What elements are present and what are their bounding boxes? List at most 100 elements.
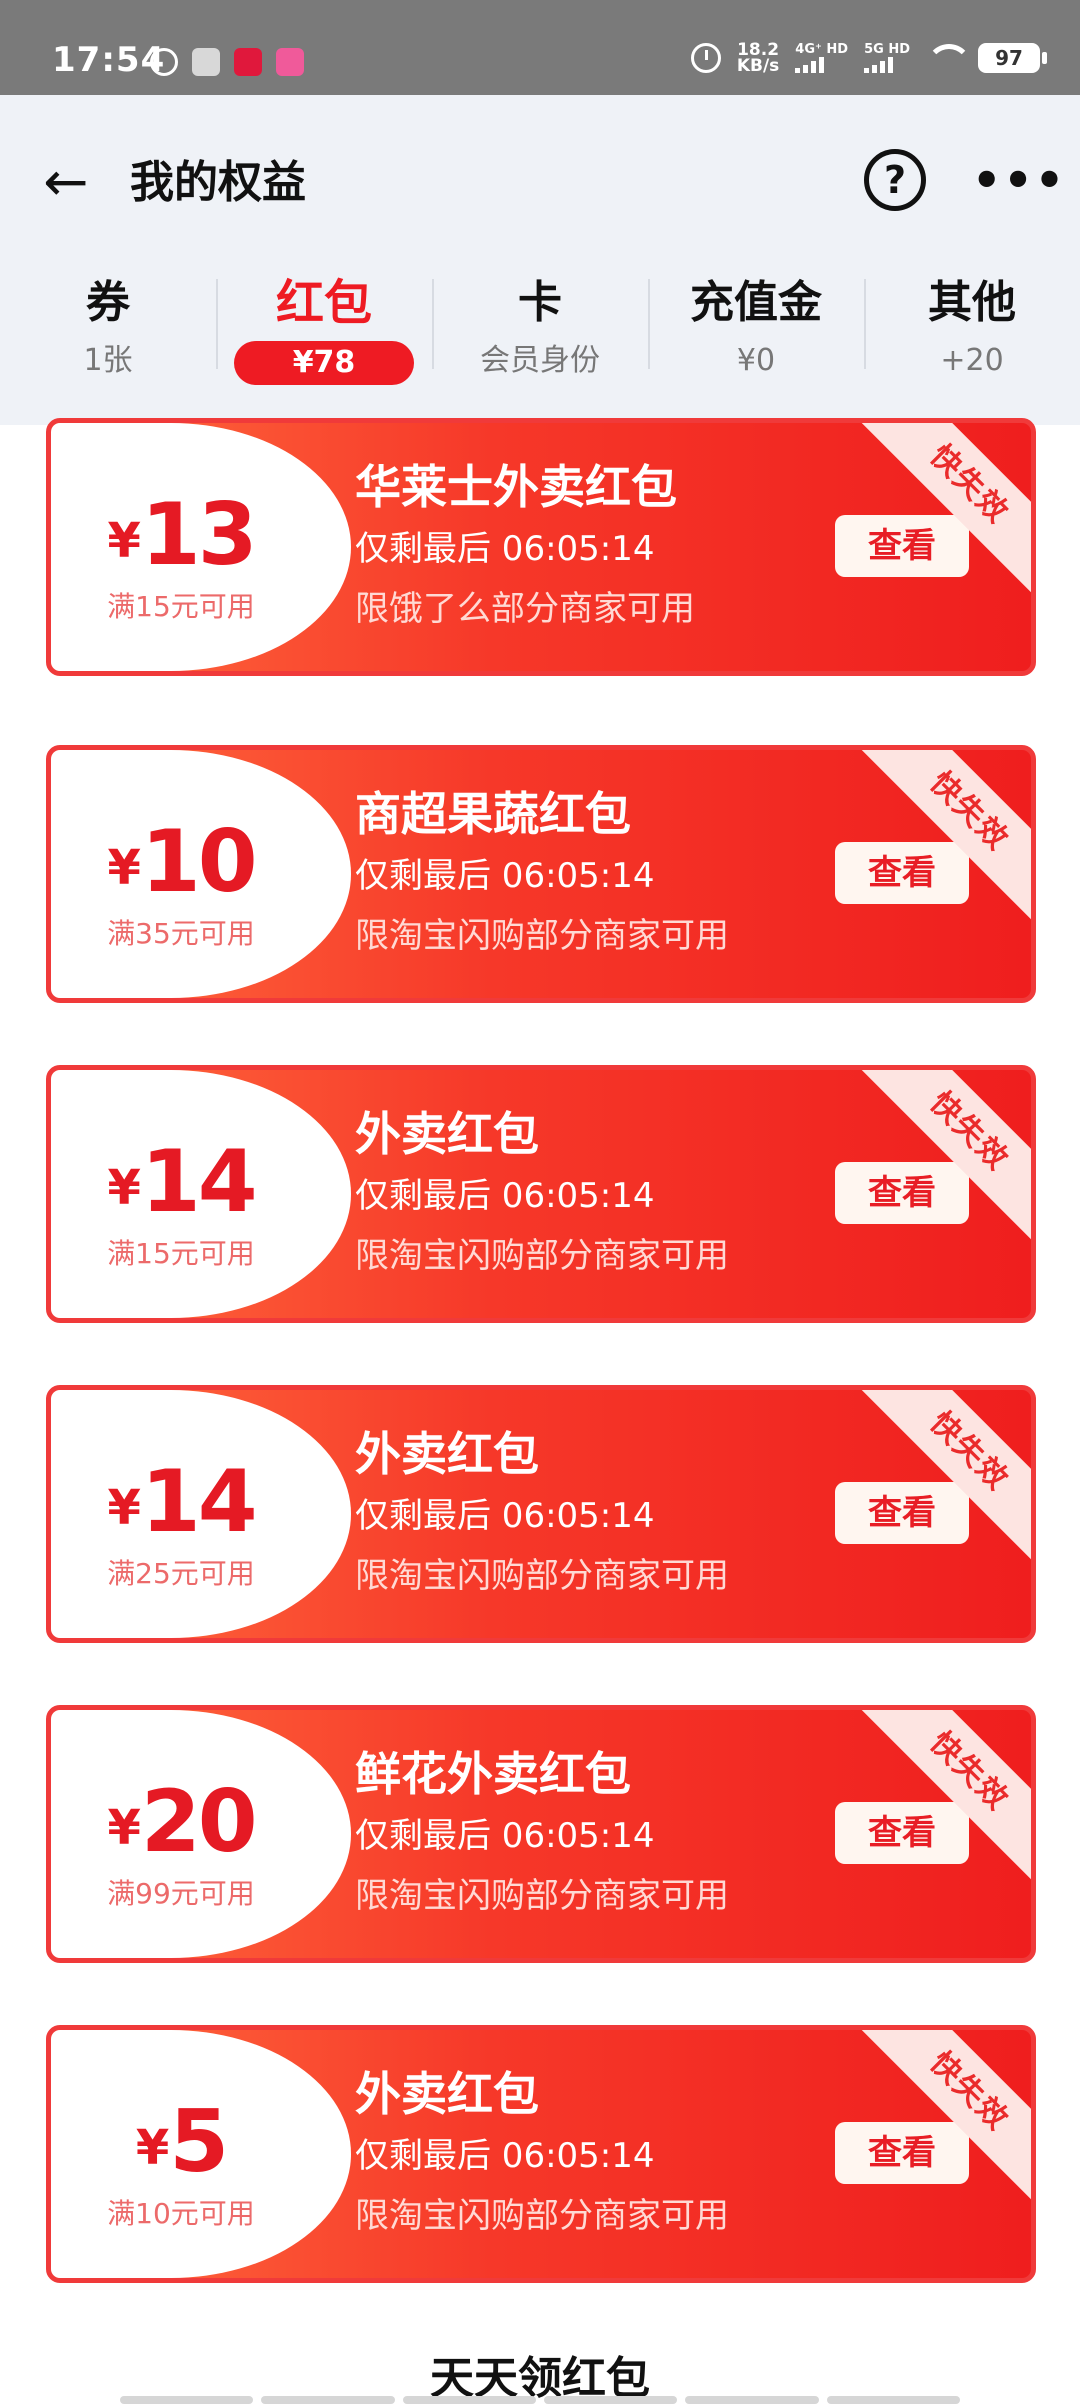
coupon-description: 限淘宝闪购部分商家可用 — [355, 2196, 729, 2236]
more-button[interactable]: ••• — [972, 145, 1064, 215]
benefit-tabs: 券 1张 红包 ¥78 卡 会员身份 充值金 ¥0 其他 +20 — [0, 267, 1080, 417]
sim2-label: 5G HD — [864, 42, 910, 57]
notification-app-icon — [234, 48, 262, 76]
sim1-label: 4G⁺ HD — [795, 42, 849, 57]
page-title: 我的权益 — [130, 157, 306, 208]
coupon-title: 商超果蔬红包 — [355, 787, 631, 841]
arrow-left-icon: ← — [43, 150, 89, 213]
red-packet-card[interactable]: ¥14 满25元可用 外卖红包 仅剩最后 06:05:14 限淘宝闪购部分商家可… — [46, 1385, 1036, 1643]
bottom-indicator — [120, 2396, 960, 2404]
coupon-description: 限淘宝闪购部分商家可用 — [355, 1236, 729, 1276]
amount-value: 5 — [169, 2092, 229, 2192]
coupon-amount: ¥20 — [51, 1772, 311, 1872]
coupon-condition: 满25元可用 — [107, 1557, 255, 1590]
tab-others[interactable]: 其他 +20 — [864, 267, 1080, 417]
network-speed-unit: KB/s — [736, 56, 780, 76]
red-packet-card[interactable]: ¥5 满10元可用 外卖红包 仅剩最后 06:05:14 限淘宝闪购部分商家可用… — [46, 2025, 1036, 2283]
status-indicators: 18.2 KB/s 4G⁺ HD 5G HD 97 — [690, 42, 1047, 76]
sim1-signal: 4G⁺ HD — [795, 43, 848, 73]
notification-app-icon — [192, 48, 220, 76]
tab-sub: +20 — [940, 343, 1004, 378]
coupon-amount: ¥14 — [51, 1132, 311, 1232]
signal-bars-icon — [795, 57, 848, 73]
view-button[interactable]: 查看 — [835, 1482, 969, 1544]
card-amount-panel: ¥10 满35元可用 — [51, 750, 351, 998]
page-header: ← 我的权益 ? ••• 券 1张 红包 ¥78 卡 会员身份 充值金 ¥0 其… — [0, 95, 1080, 425]
card-amount-panel: ¥20 满99元可用 — [51, 1710, 351, 1958]
card-amount-panel: ¥13 满15元可用 — [51, 423, 351, 671]
coupon-description: 限淘宝闪购部分商家可用 — [355, 1556, 729, 1596]
tab-label: 券 — [86, 277, 130, 328]
view-button[interactable]: 查看 — [835, 1802, 969, 1864]
alarm-icon — [690, 43, 721, 73]
status-time: 17:54 — [52, 40, 166, 80]
red-packet-card[interactable]: ¥14 满15元可用 外卖红包 仅剩最后 06:05:14 限淘宝闪购部分商家可… — [46, 1065, 1036, 1323]
coupon-description: 限淘宝闪购部分商家可用 — [355, 1876, 729, 1916]
coupon-condition: 满10元可用 — [107, 2197, 255, 2230]
notification-app-icon — [276, 48, 304, 76]
help-button[interactable]: ? — [864, 149, 926, 211]
back-button[interactable]: ← — [36, 147, 96, 217]
coupon-countdown: 仅剩最后 06:05:14 — [355, 529, 655, 569]
tab-sub: 会员身份 — [480, 343, 600, 378]
view-button[interactable]: 查看 — [835, 2122, 969, 2184]
view-button[interactable]: 查看 — [835, 842, 969, 904]
network-speed: 18.2 KB/s — [736, 42, 780, 76]
coupon-condition: 满35元可用 — [107, 917, 255, 950]
view-button[interactable]: 查看 — [835, 1162, 969, 1224]
view-button[interactable]: 查看 — [835, 515, 969, 577]
expiring-ribbon: 快失效 — [847, 1070, 1031, 1254]
card-amount-panel: ¥5 满10元可用 — [51, 2030, 351, 2278]
tab-cards[interactable]: 卡 会员身份 — [432, 267, 648, 417]
currency-symbol: ¥ — [107, 1480, 141, 1536]
coupon-title: 外卖红包 — [355, 2067, 539, 2121]
tab-red-packets[interactable]: 红包 ¥78 — [216, 267, 432, 417]
amount-value: 13 — [140, 485, 258, 585]
card-amount-panel: ¥14 满15元可用 — [51, 1070, 351, 1318]
expiring-ribbon: 快失效 — [847, 2030, 1031, 2214]
tab-label: 其他 — [928, 277, 1016, 328]
tab-coupons[interactable]: 券 1张 — [0, 267, 216, 417]
red-packet-card[interactable]: ¥10 满35元可用 商超果蔬红包 仅剩最后 06:05:14 限淘宝闪购部分商… — [46, 745, 1036, 1003]
sim2-signal: 5G HD — [864, 43, 910, 73]
status-bar: 17:54 18.2 KB/s 4G⁺ HD 5G HD 97 — [0, 0, 1080, 95]
coupon-description: 限饿了么部分商家可用 — [355, 589, 695, 629]
amount-value: 14 — [140, 1132, 258, 1232]
wifi-icon — [926, 44, 972, 72]
expiring-ribbon: 快失效 — [847, 423, 1031, 607]
coupon-title: 外卖红包 — [355, 1427, 539, 1481]
coupon-title: 华莱士外卖红包 — [355, 460, 677, 514]
currency-symbol: ¥ — [107, 1800, 141, 1856]
red-packet-card[interactable]: ¥13 满15元可用 华莱士外卖红包 仅剩最后 06:05:14 限饿了么部分商… — [46, 418, 1036, 676]
amount-value: 10 — [140, 812, 258, 912]
coupon-countdown: 仅剩最后 06:05:14 — [355, 1816, 655, 1856]
coupon-title: 鲜花外卖红包 — [355, 1747, 631, 1801]
tab-label: 充值金 — [690, 277, 822, 328]
tab-recharge[interactable]: 充值金 ¥0 — [648, 267, 864, 417]
card-amount-panel: ¥14 满25元可用 — [51, 1390, 351, 1638]
coupon-countdown: 仅剩最后 06:05:14 — [355, 1176, 655, 1216]
coupon-amount: ¥14 — [51, 1452, 311, 1552]
question-circle-icon: ? — [883, 158, 907, 202]
red-packet-card[interactable]: ¥20 满99元可用 鲜花外卖红包 仅剩最后 06:05:14 限淘宝闪购部分商… — [46, 1705, 1036, 1963]
coupon-countdown: 仅剩最后 06:05:14 — [355, 856, 655, 896]
coupon-condition: 满15元可用 — [107, 590, 255, 623]
currency-symbol: ¥ — [107, 1160, 141, 1216]
coupon-amount: ¥10 — [51, 812, 311, 912]
currency-symbol: ¥ — [135, 2120, 170, 2176]
coupon-amount: ¥5 — [51, 2092, 311, 2192]
expiring-ribbon: 快失效 — [847, 1390, 1031, 1574]
currency-symbol: ¥ — [107, 840, 141, 896]
coupon-condition: 满99元可用 — [107, 1877, 255, 1910]
coupon-description: 限淘宝闪购部分商家可用 — [355, 916, 729, 956]
amount-value: 14 — [140, 1452, 258, 1552]
tab-label: 卡 — [518, 277, 562, 328]
notification-icons — [150, 48, 304, 76]
tab-amount-badge: ¥78 — [234, 341, 414, 385]
coupon-countdown: 仅剩最后 06:05:14 — [355, 1496, 655, 1536]
coupon-countdown: 仅剩最后 06:05:14 — [355, 2136, 655, 2176]
tab-label: 红包 — [275, 275, 372, 331]
tab-count: 1张 — [83, 343, 133, 378]
expiring-ribbon: 快失效 — [847, 1710, 1031, 1894]
currency-symbol: ¥ — [107, 513, 141, 569]
